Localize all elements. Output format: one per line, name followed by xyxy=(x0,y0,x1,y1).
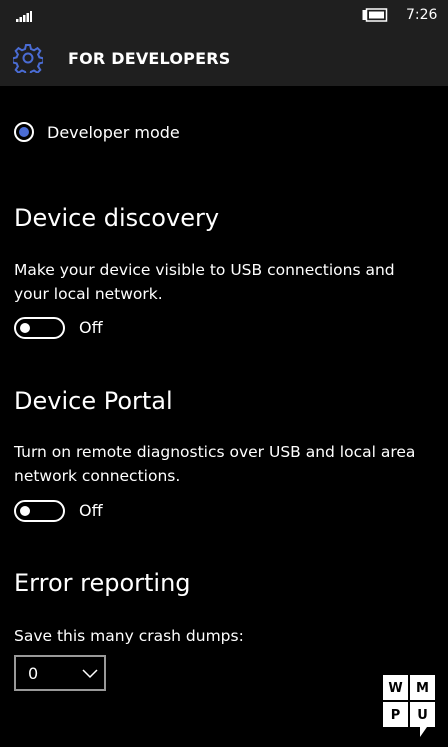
svg-text:U: U xyxy=(417,708,428,723)
device-discovery-heading: Device discovery xyxy=(14,204,220,232)
developer-mode-radio[interactable] xyxy=(14,122,34,142)
device-portal-toggle[interactable] xyxy=(14,500,65,522)
crash-dumps-label: Save this many crash dumps: xyxy=(14,627,244,645)
crash-dumps-select[interactable]: 0 xyxy=(14,655,106,691)
signal-strength-icon xyxy=(16,11,32,22)
device-portal-heading: Device Portal xyxy=(14,387,173,415)
toggle-knob xyxy=(20,323,30,333)
battery-icon xyxy=(362,8,388,22)
svg-text:M: M xyxy=(416,681,429,696)
svg-text:P: P xyxy=(391,708,401,723)
device-discovery-description: Make your device visible to USB connecti… xyxy=(14,261,395,303)
status-bar: 7:26 xyxy=(0,0,448,32)
device-discovery-toggle[interactable] xyxy=(14,317,65,339)
crash-dumps-value: 0 xyxy=(28,664,39,683)
clock-time: 7:26 xyxy=(406,7,438,23)
gear-icon xyxy=(13,44,43,73)
chevron-down-icon xyxy=(82,669,98,679)
device-discovery-toggle-state: Off xyxy=(79,318,103,337)
device-portal-description: Turn on remote diagnostics over USB and … xyxy=(14,443,416,485)
page-title: FOR DEVELOPERS xyxy=(68,49,231,68)
svg-text:W: W xyxy=(388,681,402,696)
developer-mode-label: Developer mode xyxy=(47,123,180,142)
device-portal-toggle-state: Off xyxy=(79,501,103,520)
toggle-knob xyxy=(20,506,30,516)
wmpu-logo: W M P U xyxy=(383,675,435,737)
error-reporting-heading: Error reporting xyxy=(14,569,191,597)
